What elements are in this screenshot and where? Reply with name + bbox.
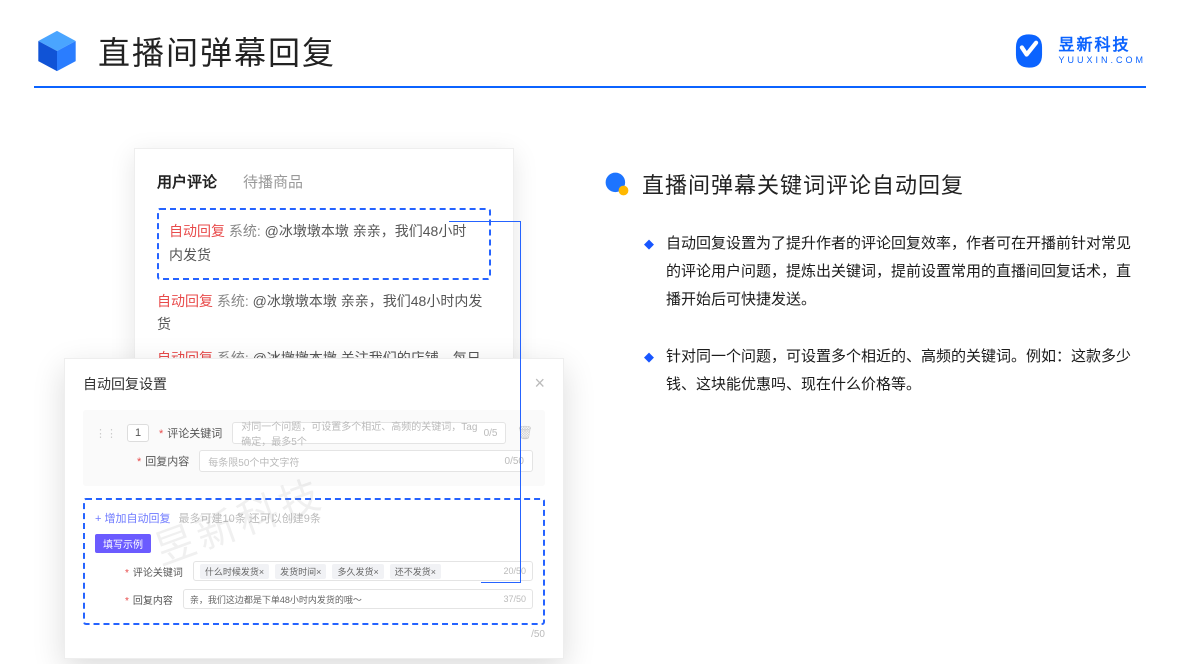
- content-label: 回复内容: [125, 592, 173, 607]
- keyword-label: 评论关键词: [125, 564, 183, 579]
- settings-form-block: ⋮⋮ 1 评论关键词 对同一个问题，可设置多个相近、高频的关键词，Tag确定，最…: [83, 410, 545, 486]
- section-title-row: 直播间弹幕关键词评论自动回复: [604, 168, 1144, 200]
- brand-block: 昱新科技 YUUXIN.COM: [1010, 32, 1146, 70]
- keyword-row: ⋮⋮ 1 评论关键词 对同一个问题，可设置多个相近、高频的关键词，Tag确定，最…: [95, 422, 533, 444]
- screenshots-stack: 用户评论 待播商品 自动回复 系统: @冰墩墩本墩 亲亲，我们48小时内发货 自…: [64, 148, 564, 628]
- add-hint: 最多可建10条 还可以创建9条: [178, 510, 320, 526]
- comment-row: 自动回复 系统: @冰墩墩本墩 亲亲，我们48小时内发货: [157, 290, 491, 338]
- header-divider: [34, 86, 1146, 88]
- right-copy: 直播间弹幕关键词评论自动回复 ◆ 自动回复设置为了提升作者的评论回复效率，作者可…: [604, 168, 1144, 399]
- chip: 还不发货×: [390, 564, 441, 579]
- example-ct-count: 37/50: [503, 594, 526, 604]
- content-row: 回复内容 每条限50个中文字符 0/50: [95, 450, 533, 472]
- brand-en: YUUXIN.COM: [1058, 56, 1146, 65]
- drag-handle-icon[interactable]: ⋮⋮: [95, 427, 117, 440]
- example-content-row: 回复内容 亲，我们这边都是下单48小时内发货的哦～ 37/50: [95, 589, 533, 609]
- settings-header: 自动回复设置 ×: [83, 373, 545, 404]
- example-kw-count: 20/50: [503, 566, 526, 576]
- system-label: 系统:: [229, 223, 261, 239]
- header-left: 直播间弹幕回复: [34, 28, 336, 74]
- content-input[interactable]: 每条限50个中文字符 0/50: [199, 450, 533, 472]
- cube-icon: [34, 28, 80, 74]
- content-placeholder: 每条限50个中文字符: [208, 454, 299, 469]
- chip: 发货时间×: [275, 564, 326, 579]
- add-auto-reply-line: + 增加自动回复 最多可建10条 还可以创建9条: [95, 510, 533, 526]
- comments-tabs: 用户评论 待播商品: [157, 171, 491, 192]
- keyword-count: 0/5: [484, 428, 498, 439]
- settings-title: 自动回复设置: [83, 374, 167, 394]
- bullet-text: 自动回复设置为了提升作者的评论回复效率，作者可在开播前针对常见的评论用户问题，提…: [666, 230, 1144, 313]
- example-pill: 填写示例: [95, 534, 151, 553]
- page-header: 直播间弹幕回复 昱新科技 YUUXIN.COM: [34, 28, 1146, 74]
- bullet-paragraph: ◆ 自动回复设置为了提升作者的评论回复效率，作者可在开播前针对常见的评论用户问题…: [604, 230, 1144, 313]
- brand-logo-icon: [1010, 32, 1048, 70]
- example-keyword-row: 评论关键词 什么时候发货× 发货时间× 多久发货× 还不发货× 20/50: [95, 561, 533, 581]
- tab-user-comments[interactable]: 用户评论: [157, 171, 217, 192]
- diamond-icon: ◆: [644, 230, 654, 313]
- close-icon[interactable]: ×: [534, 373, 545, 394]
- keyword-label: 评论关键词: [159, 425, 222, 441]
- chip: 什么时候发货×: [200, 564, 269, 579]
- system-label: 系统:: [217, 293, 249, 309]
- section-title: 直播间弹幕关键词评论自动回复: [642, 168, 964, 200]
- example-content-text: 亲，我们这边都是下单48小时内发货的哦～: [190, 593, 362, 606]
- tab-pending-goods[interactable]: 待播商品: [243, 171, 303, 192]
- chip: 多久发货×: [332, 564, 383, 579]
- auto-reply-settings-card: 自动回复设置 × ⋮⋮ 1 评论关键词 对同一个问题，可设置多个相近、高频的关键…: [64, 358, 564, 659]
- auto-reply-tag: 自动回复: [157, 293, 213, 309]
- add-auto-reply-link[interactable]: + 增加自动回复: [95, 510, 170, 526]
- keyword-input[interactable]: 对同一个问题，可设置多个相近、高频的关键词，Tag确定，最多5个 0/5: [232, 422, 506, 444]
- page-title: 直播间弹幕回复: [98, 28, 336, 74]
- example-content-input[interactable]: 亲，我们这边都是下单48小时内发货的哦～ 37/50: [183, 589, 533, 609]
- auto-reply-tag: 自动回复: [169, 223, 225, 239]
- comment-row-highlighted: 自动回复 系统: @冰墩墩本墩 亲亲，我们48小时内发货: [157, 208, 491, 280]
- extra-count: /50: [531, 629, 545, 640]
- example-keyword-chips[interactable]: 什么时候发货× 发货时间× 多久发货× 还不发货× 20/50: [193, 561, 533, 581]
- diamond-icon: ◆: [644, 343, 654, 399]
- content-label: 回复内容: [137, 453, 189, 469]
- rule-index: 1: [127, 424, 149, 442]
- example-box: + 增加自动回复 最多可建10条 还可以创建9条 填写示例 评论关键词 什么时候…: [83, 498, 545, 625]
- bubble-icon: [604, 171, 630, 197]
- delete-icon[interactable]: 🗑: [516, 425, 533, 441]
- keyword-placeholder: 对同一个问题，可设置多个相近、高频的关键词，Tag确定，最多5个: [241, 418, 483, 448]
- bullet-text: 针对同一个问题，可设置多个相近的、高频的关键词。例如：这款多少钱、这块能优惠吗、…: [666, 343, 1144, 399]
- content-count: 0/50: [505, 456, 524, 467]
- brand-cn: 昱新科技: [1058, 38, 1146, 54]
- brand-text: 昱新科技 YUUXIN.COM: [1058, 38, 1146, 65]
- bullet-paragraph: ◆ 针对同一个问题，可设置多个相近的、高频的关键词。例如：这款多少钱、这块能优惠…: [604, 343, 1144, 399]
